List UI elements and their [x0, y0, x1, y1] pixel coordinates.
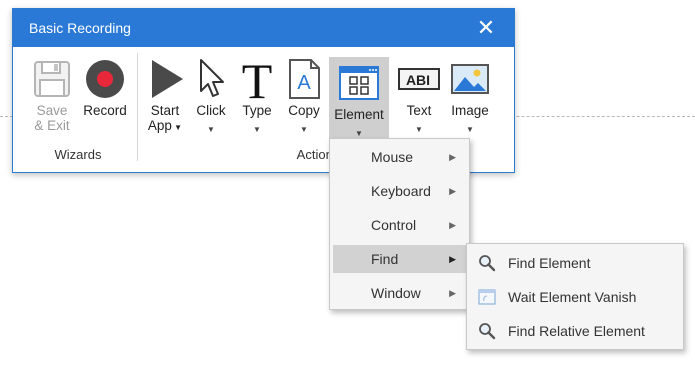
cursor-arrow-icon — [200, 59, 224, 97]
start-app-button[interactable]: Start App ▼ — [143, 53, 187, 143]
menu-item-label: Find — [371, 251, 399, 267]
chevron-down-icon: ▼ — [171, 123, 183, 132]
close-icon: ✕ — [476, 15, 496, 40]
record-label: Record — [83, 103, 127, 118]
group-separator — [137, 53, 138, 161]
text-button[interactable]: ABI Text ▼ — [395, 53, 443, 143]
save-exit-button[interactable]: Save & Exit — [27, 53, 77, 143]
submenu-arrow-icon: ▶ — [449, 186, 456, 196]
submenu-item-label: Find Relative Element — [508, 323, 645, 339]
type-t-icon: T — [242, 57, 273, 101]
click-label: Click — [196, 103, 226, 118]
submenu-arrow-icon: ▶ — [449, 220, 456, 230]
chevron-down-icon: ▼ — [207, 125, 215, 134]
element-window-icon — [339, 66, 379, 100]
submenu-arrow-icon: ▶ — [449, 152, 456, 162]
find-submenu: Find Element Wait Element Vanish Find Re… — [466, 243, 684, 350]
menu-item-find[interactable]: Find ▶ — [333, 245, 466, 273]
svg-text:A: A — [297, 72, 311, 94]
svg-text:ABI: ABI — [406, 72, 430, 88]
copy-document-icon: A — [289, 59, 320, 99]
submenu-item-find-element[interactable]: Find Element — [470, 248, 680, 278]
menu-item-keyboard[interactable]: Keyboard ▶ — [333, 177, 466, 205]
element-label: Element — [334, 107, 384, 122]
click-button[interactable]: Click ▼ — [191, 53, 231, 143]
element-button[interactable]: Element ▼ — [329, 57, 389, 149]
play-icon — [152, 60, 183, 98]
menu-item-label: Mouse — [371, 149, 414, 165]
chevron-down-icon: ▼ — [253, 125, 261, 134]
submenu-arrow-icon: ▶ — [449, 254, 456, 264]
app-label: App — [147, 118, 172, 133]
menu-item-label: Window — [371, 285, 421, 301]
chevron-down-icon: ▼ — [415, 125, 423, 134]
text-abi-icon: ABI — [398, 68, 440, 90]
chevron-down-icon: ▼ — [300, 125, 308, 134]
element-dropdown-menu: Mouse ▶ Keyboard ▶ Control ▶ Find ▶ Wind… — [329, 138, 470, 310]
group-label-wizards: Wizards — [54, 147, 102, 162]
submenu-item-label: Wait Element Vanish — [508, 289, 637, 305]
submenu-item-wait-element-vanish[interactable]: Wait Element Vanish — [470, 282, 680, 312]
text-label: Text — [406, 103, 432, 118]
save-label: Save — [36, 103, 68, 118]
chevron-down-icon: ▼ — [355, 129, 363, 138]
submenu-item-find-relative-element[interactable]: Find Relative Element — [470, 316, 680, 346]
type-button[interactable]: T Type ▼ — [235, 53, 279, 143]
svg-text:T: T — [242, 57, 273, 101]
close-button[interactable]: ✕ — [471, 13, 501, 43]
menu-item-control[interactable]: Control ▶ — [333, 211, 466, 239]
chevron-down-icon: ▼ — [466, 125, 474, 134]
record-icon — [86, 60, 124, 98]
floppy-disk-icon — [34, 61, 70, 97]
start-label: Start — [150, 103, 180, 118]
menu-item-window[interactable]: Window ▶ — [333, 279, 466, 307]
menu-item-label: Control — [371, 217, 417, 233]
submenu-item-label: Find Element — [508, 255, 591, 271]
submenu-arrow-icon: ▶ — [449, 288, 456, 298]
image-icon — [451, 64, 489, 94]
menu-item-label: Keyboard — [371, 183, 431, 199]
record-button[interactable]: Record — [81, 53, 129, 143]
window-titlebar[interactable]: Basic Recording ✕ — [13, 9, 514, 47]
window-title: Basic Recording — [29, 20, 131, 36]
menu-item-mouse[interactable]: Mouse ▶ — [333, 143, 466, 171]
copy-button[interactable]: A Copy ▼ — [283, 53, 325, 143]
type-label: Type — [242, 103, 272, 118]
window-vanish-icon — [478, 289, 496, 305]
image-label: Image — [451, 103, 489, 118]
copy-label: Copy — [288, 103, 320, 118]
image-button[interactable]: Image ▼ — [447, 53, 493, 143]
magnifier-icon — [479, 255, 496, 272]
magnifier-icon — [479, 323, 496, 340]
exit-label: & Exit — [34, 118, 70, 133]
